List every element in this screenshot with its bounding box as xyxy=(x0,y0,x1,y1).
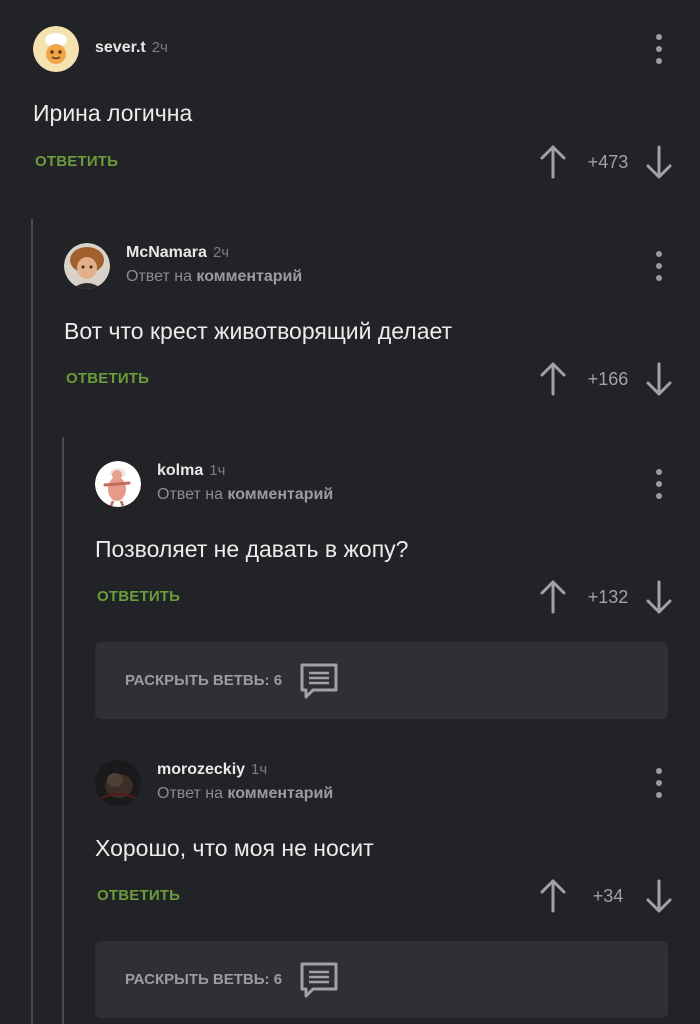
reply-button[interactable]: ОТВЕТИТЬ xyxy=(97,887,180,904)
vote-score: +132 xyxy=(587,586,629,607)
downvote-icon[interactable] xyxy=(644,144,674,180)
reply-button[interactable]: ОТВЕТИТЬ xyxy=(97,588,180,605)
upvote-icon[interactable] xyxy=(538,144,568,180)
emoji-avatar-icon xyxy=(33,26,79,72)
avatar[interactable] xyxy=(95,461,141,507)
comment-time: 2ч xyxy=(212,244,230,261)
comment-bubble-icon xyxy=(299,961,339,1004)
upvote-icon[interactable] xyxy=(538,579,568,615)
reply-to-line: Ответ на комментарий xyxy=(126,268,303,285)
comment: McNamara 2ч Ответ на комментарий Вот что … xyxy=(0,243,700,413)
expand-branch-label: РАСКРЫТЬ ВЕТВЬ: 6 xyxy=(125,971,283,988)
expand-branch-button[interactable]: РАСКРЫТЬ ВЕТВЬ: 6 xyxy=(95,642,668,719)
avatar[interactable] xyxy=(95,760,141,806)
reply-button[interactable]: ОТВЕТИТЬ xyxy=(66,370,149,387)
more-options-icon[interactable] xyxy=(654,768,664,798)
comment: morozeckiy 1ч Ответ на комментарий Хорошо… xyxy=(0,760,700,930)
vote-score: +473 xyxy=(587,151,629,172)
avatar[interactable] xyxy=(64,243,110,289)
cartoon-avatar-icon xyxy=(95,461,141,507)
username[interactable]: kolma xyxy=(157,462,203,479)
reply-to-line: Ответ на комментарий xyxy=(157,486,334,503)
reply-button[interactable]: ОТВЕТИТЬ xyxy=(35,153,118,170)
vote-controls: +132 xyxy=(538,579,674,615)
reply-to-link[interactable]: комментарий xyxy=(227,486,333,503)
expand-branch-label: РАСКРЫТЬ ВЕТВЬ: 6 xyxy=(125,672,283,689)
upvote-icon[interactable] xyxy=(538,878,568,914)
username[interactable]: sever.t xyxy=(95,39,146,56)
upvote-icon[interactable] xyxy=(538,361,568,397)
reply-to-link[interactable]: комментарий xyxy=(196,268,302,285)
vote-controls: +473 xyxy=(538,144,674,180)
reply-to-line: Ответ на комментарий xyxy=(157,785,334,802)
comment-text: Ирина логична xyxy=(33,100,193,126)
vote-score: +34 xyxy=(592,885,624,906)
comment-bubble-icon xyxy=(299,662,339,705)
person-avatar-icon xyxy=(64,243,110,289)
downvote-icon[interactable] xyxy=(644,579,674,615)
comment-time: 1ч xyxy=(209,462,226,479)
more-options-icon[interactable] xyxy=(654,34,664,64)
comment: sever.t 2ч Ирина логична ОТВЕТИТЬ +473 xyxy=(0,26,700,196)
comment-text: Хорошо, что моя не носит xyxy=(95,835,374,861)
dark-avatar-icon xyxy=(95,760,141,806)
downvote-icon[interactable] xyxy=(644,878,674,914)
downvote-icon[interactable] xyxy=(644,361,674,397)
more-options-icon[interactable] xyxy=(654,469,664,499)
vote-controls: +34 xyxy=(538,878,674,914)
comment-text: Вот что крест животворящий делает xyxy=(64,318,453,344)
avatar[interactable] xyxy=(33,26,79,72)
comment-text: Позволяет не давать в жопу? xyxy=(95,536,409,562)
username[interactable]: morozeckiy xyxy=(157,761,245,778)
reply-to-link[interactable]: комментарий xyxy=(227,785,333,802)
comment-time: 2ч xyxy=(151,39,168,56)
comment: kolma 1ч Ответ на комментарий Позволяет н… xyxy=(0,461,700,631)
more-options-icon[interactable] xyxy=(654,251,664,281)
comment-time: 1ч xyxy=(251,761,268,778)
expand-branch-button[interactable]: РАСКРЫТЬ ВЕТВЬ: 6 xyxy=(95,941,668,1018)
vote-controls: +166 xyxy=(538,361,674,397)
username[interactable]: McNamara xyxy=(126,244,207,261)
vote-score: +166 xyxy=(587,368,629,389)
